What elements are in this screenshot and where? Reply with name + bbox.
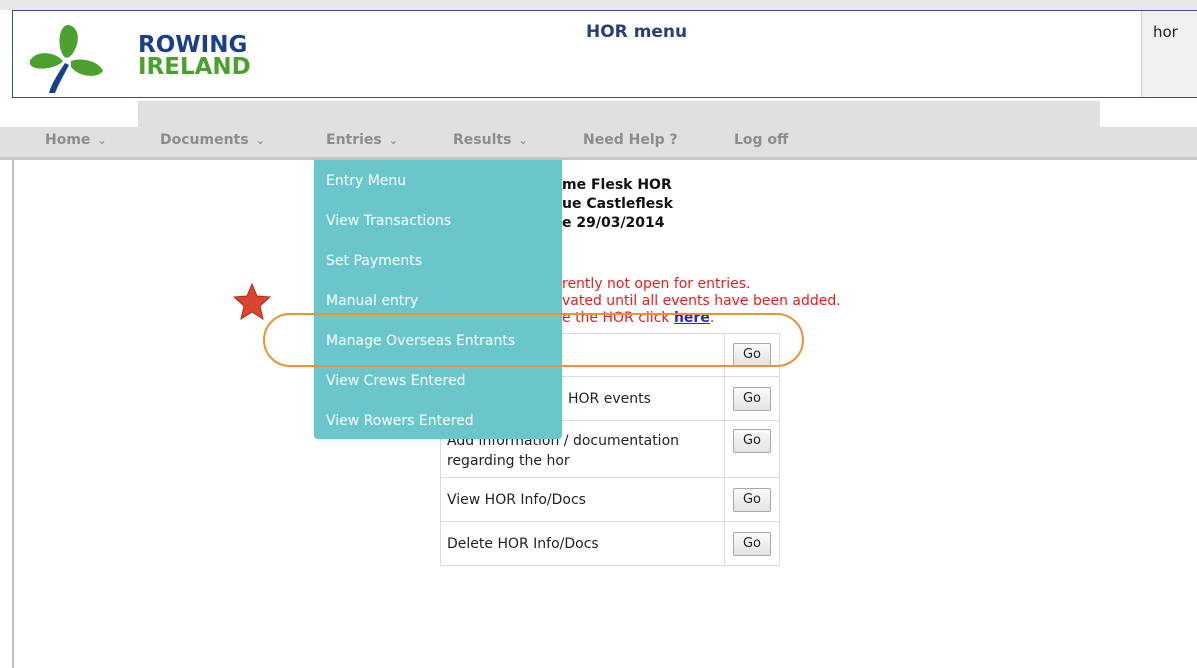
action-label: Delete HOR Info/Docs — [440, 521, 725, 566]
menu-item-manual-entry[interactable]: Manual entry — [326, 293, 418, 309]
nav-results-label: Results — [453, 132, 512, 148]
hor-venue: ue Castleflesk — [562, 196, 673, 212]
table-row: Delete HOR Info/Docs Go — [440, 521, 780, 566]
chevron-down-icon: ⌄ — [255, 134, 265, 147]
action-label: View HOR Info/Docs — [440, 477, 725, 522]
nav-documents[interactable]: Documents ⌄ — [160, 132, 265, 148]
nav-home[interactable]: Home ⌄ — [45, 132, 107, 148]
chevron-down-icon: ⌄ — [388, 134, 398, 147]
main-nav: Home ⌄ Documents ⌄ Entries ⌄ Results ⌄ Need … — [0, 127, 1197, 160]
hor-info: me Flesk HOR ue Castleflesk e 29/03/2014 — [562, 176, 673, 233]
menu-item-view-crews-entered[interactable]: View Crews Entered — [326, 373, 465, 389]
page-title: HOR menu — [586, 22, 688, 42]
menu-item-set-payments[interactable]: Set Payments — [326, 253, 422, 269]
action-cell: Go — [724, 477, 780, 522]
menu-item-view-rowers-entered[interactable]: View Rowers Entered — [326, 413, 474, 429]
go-button[interactable]: Go — [733, 487, 771, 512]
chevron-down-icon: ⌄ — [97, 134, 107, 147]
notice-line-2: vated until all events have been added. — [562, 293, 841, 309]
rowing-ireland-logo-icon — [29, 25, 103, 93]
go-button[interactable]: Go — [733, 531, 771, 556]
table-row: View HOR Info/Docs Go — [440, 477, 780, 522]
chevron-down-icon: ⌄ — [518, 134, 528, 147]
action-cell: Go — [724, 521, 780, 566]
nav-entries-label: Entries — [326, 132, 382, 148]
logo-wordmark: ROWING IRELAND — [138, 32, 251, 80]
nav-results[interactable]: Results ⌄ — [453, 132, 528, 148]
nav-home-label: Home — [45, 132, 91, 148]
nav-documents-label: Documents — [160, 132, 249, 148]
nav-need-help[interactable]: Need Help ? — [583, 132, 678, 148]
highlight-annotation — [263, 313, 804, 367]
go-button[interactable]: Go — [733, 429, 771, 453]
nav-log-off[interactable]: Log off — [734, 132, 788, 148]
nav-entries[interactable]: Entries ⌄ — [326, 132, 398, 148]
red-star-icon — [232, 282, 272, 321]
hor-date: e 29/03/2014 — [562, 215, 665, 231]
header-subband — [138, 101, 1100, 127]
hor-name: me Flesk HOR — [562, 177, 672, 193]
go-button[interactable]: Go — [733, 386, 771, 411]
header-user: hor — [1153, 23, 1178, 41]
menu-item-entry-menu[interactable]: Entry Menu — [326, 173, 406, 189]
menu-item-view-transactions[interactable]: View Transactions — [326, 213, 451, 229]
action-cell: Go — [724, 376, 780, 421]
logo-line-2: IRELAND — [138, 54, 251, 80]
action-cell: Go — [724, 420, 780, 478]
content-left-border — [12, 160, 14, 668]
notice-line-1: rently not open for entries. — [562, 276, 751, 292]
top-band — [0, 0, 1197, 10]
entries-dropdown-menu: Entry Menu View Transactions Set Payment… — [314, 160, 562, 439]
logo-line-1: ROWING — [138, 32, 248, 58]
